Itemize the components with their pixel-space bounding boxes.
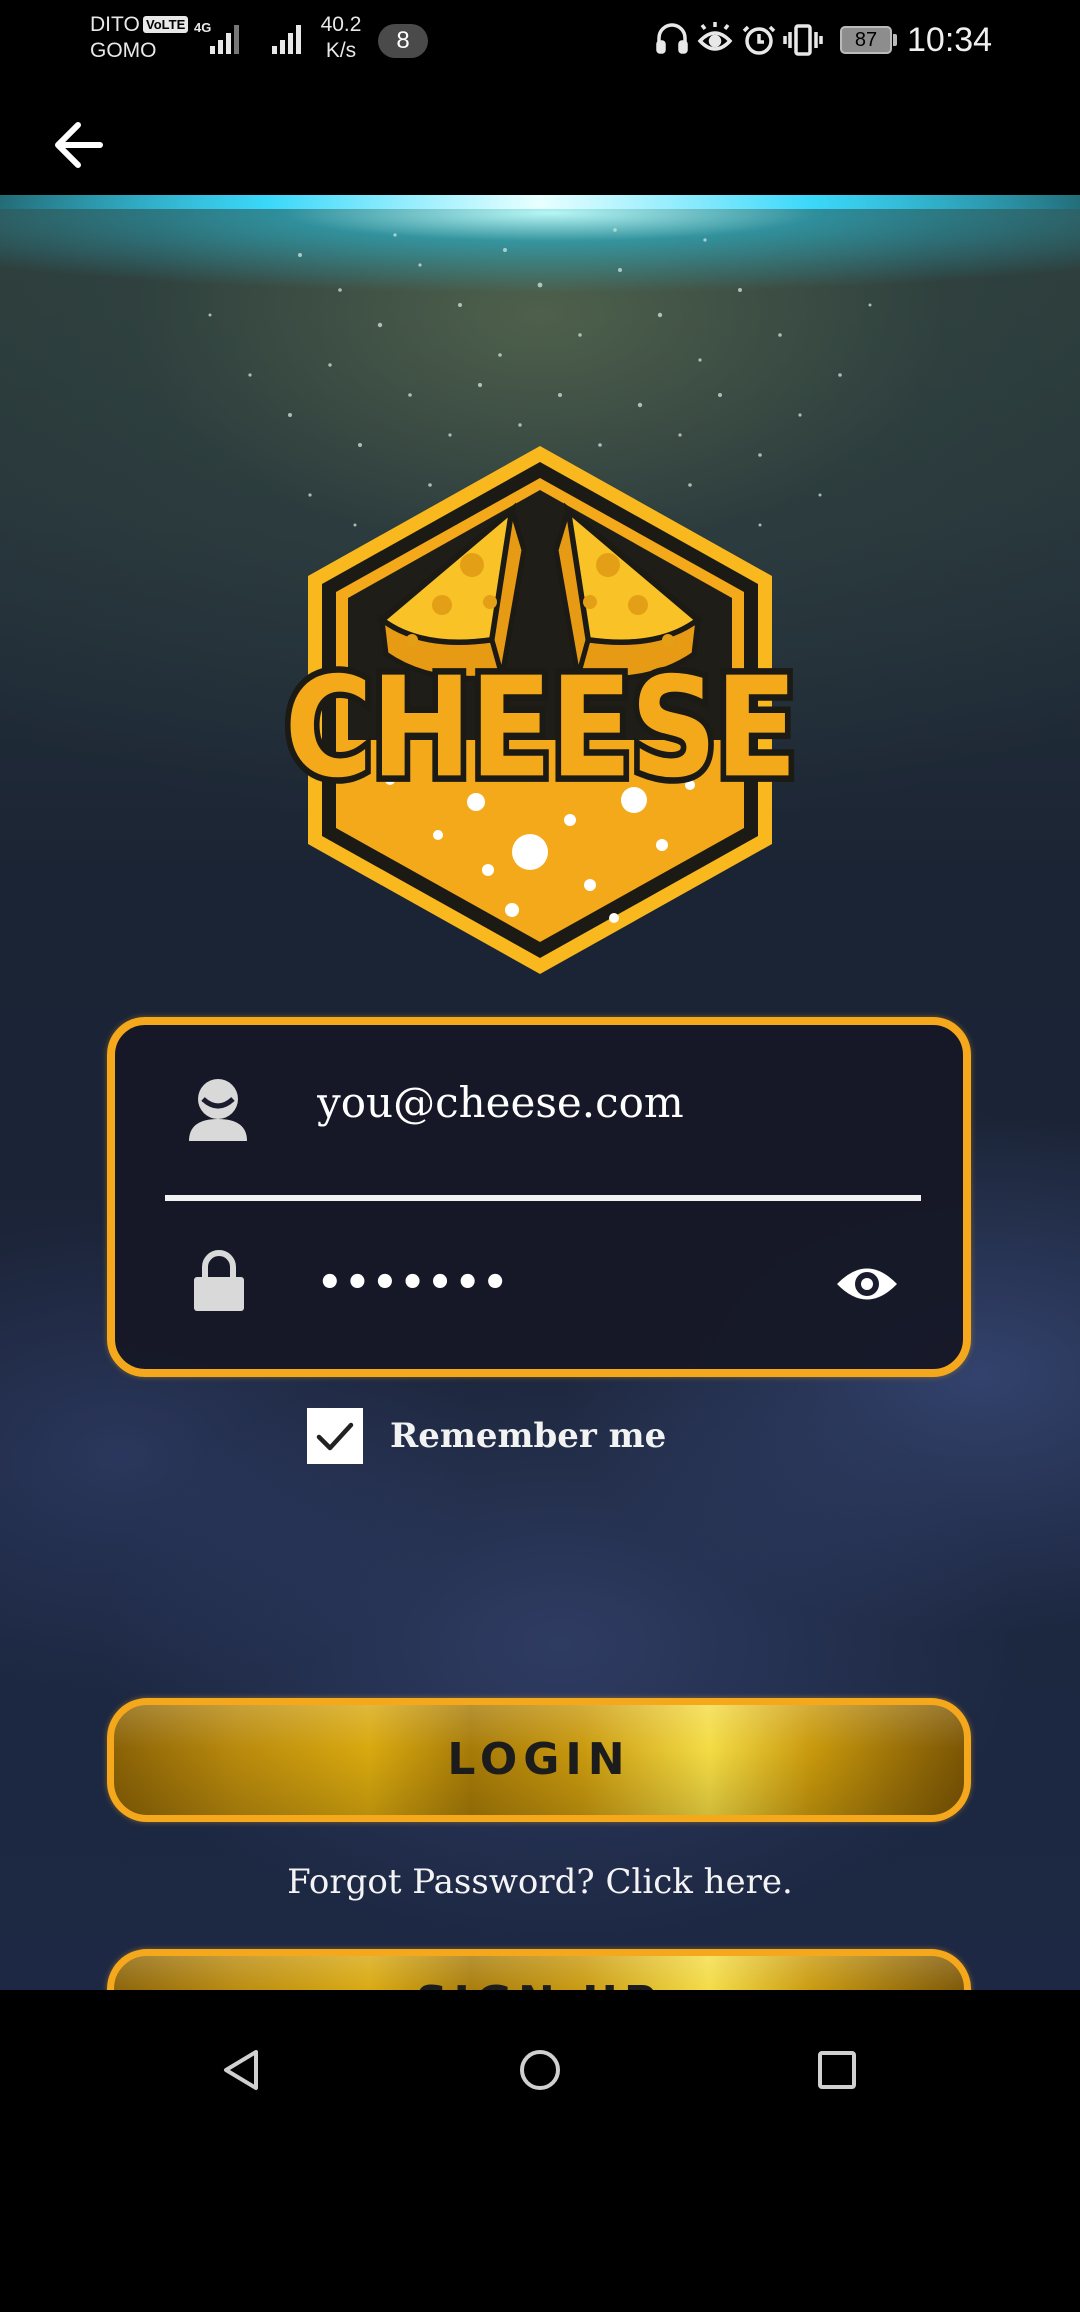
checkmark-icon (316, 1422, 354, 1451)
login-button[interactable]: LOGIN (107, 1698, 971, 1822)
lock-icon (194, 1250, 244, 1311)
password-input[interactable] (317, 1255, 777, 1311)
notification-count-badge: 8 (378, 24, 428, 58)
speed-value: 40.2 (320, 13, 362, 36)
remember-me-label: Remember me (390, 1416, 667, 1456)
app-bar (0, 80, 1080, 195)
signal-strength-2-icon (272, 25, 301, 54)
network-speed: 40.2 K/s (310, 12, 372, 64)
signal-strength-icon (210, 25, 239, 54)
nav-back-button[interactable] (202, 2030, 282, 2110)
remember-me-checkbox[interactable] (307, 1408, 363, 1464)
volte-badge: VoLTE (143, 16, 189, 33)
system-navigation-bar (0, 1990, 1080, 2312)
nav-home-button[interactable] (500, 2030, 580, 2110)
vibrate-icon (783, 24, 823, 56)
sign-up-button[interactable]: SIGN UP (107, 1949, 971, 1990)
nav-recents-button[interactable] (797, 2030, 877, 2110)
logo-text: CHEESE (285, 647, 796, 808)
login-screen: CHEESE Remember me LOGIN (0, 195, 1080, 1990)
eye-icon (837, 1268, 897, 1300)
email-input[interactable] (317, 1073, 877, 1133)
alarm-icon (742, 25, 776, 55)
battery-icon: 87 (840, 26, 892, 54)
arrow-left-icon (55, 122, 103, 168)
carrier-name-2: GOMO (90, 39, 157, 62)
credentials-card (107, 1017, 971, 1377)
forgot-password-link[interactable]: Forgot Password? Click here. (0, 1857, 1080, 1907)
eye-comfort-icon (697, 22, 733, 51)
toggle-password-visibility-button[interactable] (835, 1261, 899, 1307)
square-recents-icon (818, 2051, 856, 2089)
user-icon (189, 1079, 247, 1141)
cheese-logo: CHEESE (279, 446, 803, 974)
triangle-back-icon (224, 2050, 258, 2090)
status-icons (656, 22, 823, 56)
battery-tip (893, 34, 897, 46)
back-button[interactable] (44, 115, 124, 175)
headphones-icon (656, 23, 688, 54)
circle-home-icon (520, 2050, 560, 2090)
field-divider (165, 1195, 921, 1201)
clock: 10:34 (907, 21, 993, 59)
status-bar: DITO GOMO VoLTE 4G 40.2 K/s 8 87 10:34 (0, 0, 1080, 80)
speed-unit: K/s (325, 39, 357, 62)
